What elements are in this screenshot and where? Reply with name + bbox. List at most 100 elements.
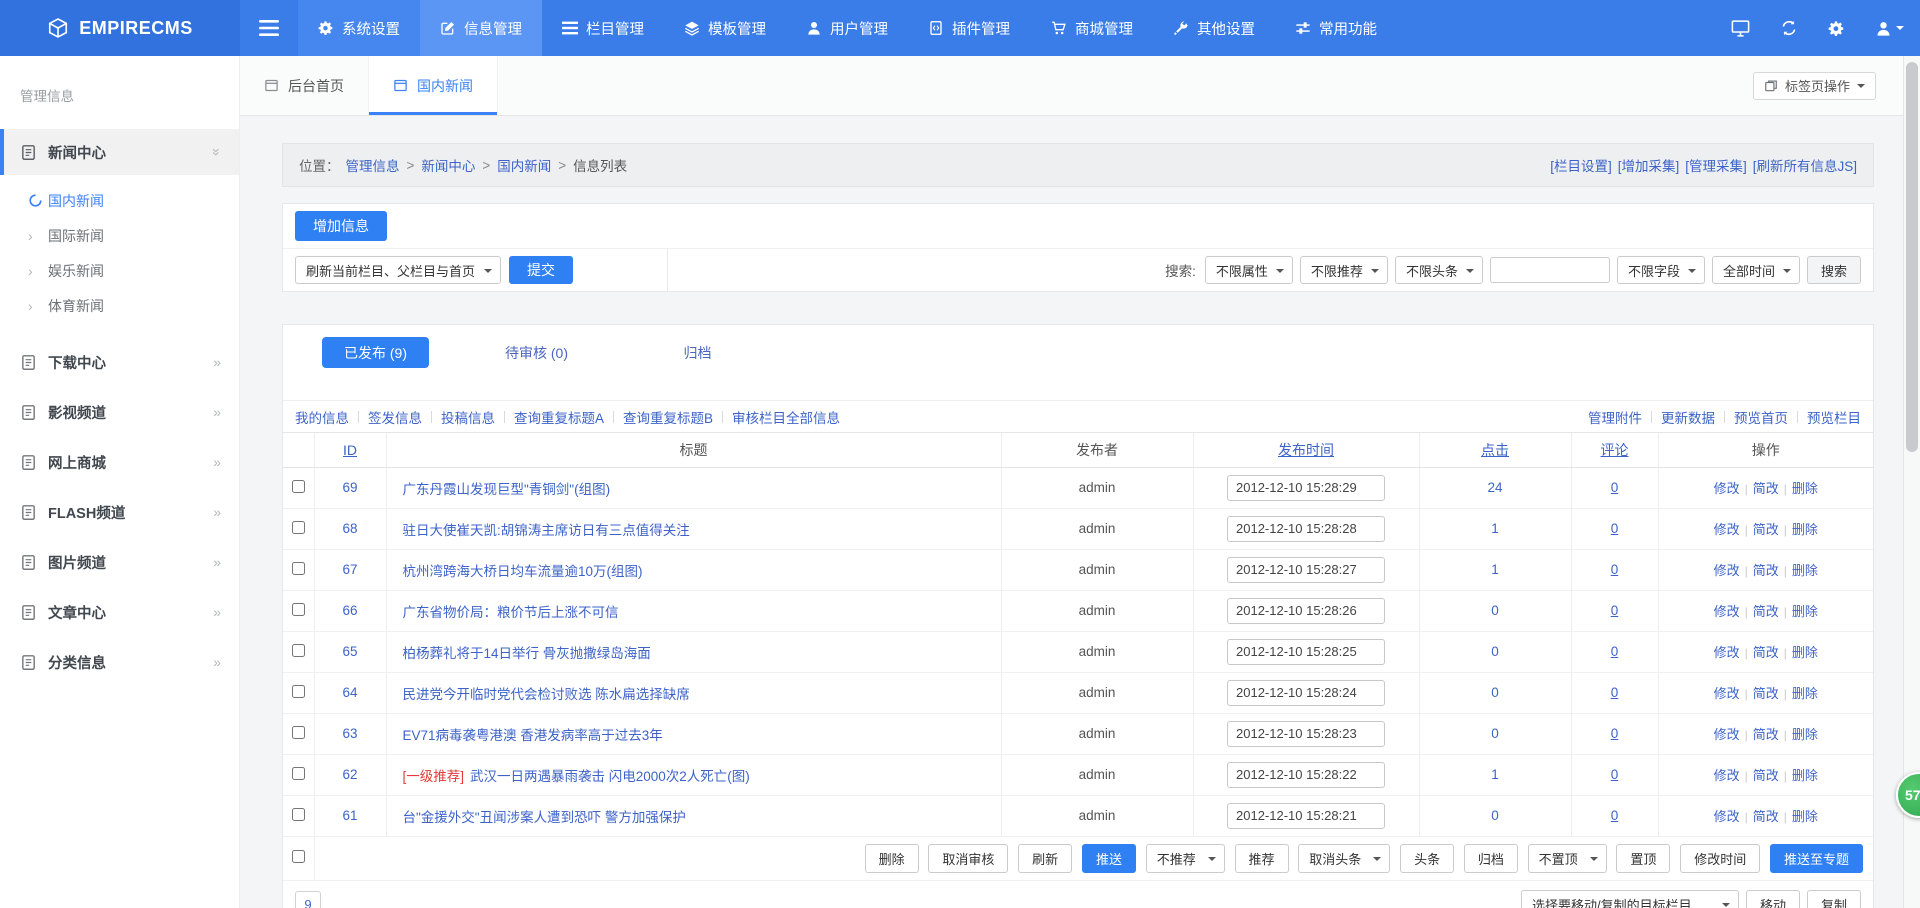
nav-item-info-management[interactable]: 信息管理 — [420, 0, 542, 56]
manage-attachments-link[interactable]: 管理附件 — [1588, 407, 1642, 427]
edit-link[interactable]: 修改 — [1714, 768, 1740, 783]
delete-link[interactable]: 删除 — [1792, 768, 1818, 783]
tab-pending-review[interactable]: 待审核 (0) — [456, 337, 617, 368]
column-header-id[interactable]: ID — [343, 442, 357, 458]
scrollbar-thumb[interactable] — [1906, 62, 1918, 452]
row-checkbox[interactable] — [292, 767, 305, 780]
tab-archived[interactable]: 归档 — [617, 337, 778, 368]
my-info-link[interactable]: 我的信息 — [295, 407, 349, 427]
sign-info-link[interactable]: 签发信息 — [368, 407, 422, 427]
filter-time-select[interactable]: 全部时间 — [1712, 256, 1800, 284]
tab-backend-home[interactable]: 后台首页 — [240, 56, 369, 115]
sidebar-item-sports-news[interactable]: › 体育新闻 — [0, 288, 239, 323]
row-clicks-link[interactable]: 0 — [1491, 685, 1499, 700]
row-comments-link[interactable]: 0 — [1611, 685, 1619, 700]
target-column-select[interactable]: 选择要移动/复制的目标栏目 — [1521, 890, 1739, 908]
row-comments-link[interactable]: 0 — [1611, 767, 1619, 782]
row-id-link[interactable]: 63 — [342, 726, 357, 741]
monitor-icon[interactable] — [1731, 20, 1750, 37]
publish-time-input[interactable] — [1227, 762, 1385, 788]
edit-link[interactable]: 修改 — [1714, 522, 1740, 537]
edit-link[interactable]: 修改 — [1714, 809, 1740, 824]
row-checkbox[interactable] — [292, 603, 305, 616]
delete-link[interactable]: 删除 — [1792, 481, 1818, 496]
publish-time-input[interactable] — [1227, 803, 1385, 829]
publish-time-input[interactable] — [1227, 639, 1385, 665]
add-info-button[interactable]: 增加信息 — [295, 211, 387, 241]
row-title-link[interactable]: 驻日大使崔天凯:胡锦涛主席访日有三点值得关注 — [403, 523, 690, 538]
row-title-link[interactable]: 杭州湾跨海大桥日均车流量逾10万(组图) — [403, 564, 643, 579]
publish-time-input[interactable] — [1227, 516, 1385, 542]
move-button[interactable]: 移动 — [1746, 890, 1800, 908]
row-id-link[interactable]: 62 — [342, 767, 357, 782]
row-comments-link[interactable]: 0 — [1611, 480, 1619, 495]
recommend-button[interactable]: 推荐 — [1235, 844, 1289, 873]
row-clicks-link[interactable]: 0 — [1491, 603, 1499, 618]
breadcrumb-link[interactable]: 管理信息 — [346, 155, 400, 175]
review-all-link[interactable]: 审核栏目全部信息 — [732, 407, 840, 427]
no-recommend-select[interactable]: 不推荐 — [1146, 844, 1225, 873]
nav-item-user-management[interactable]: 用户管理 — [786, 0, 908, 56]
add-collection-link[interactable]: [增加采集] — [1618, 155, 1680, 175]
contribute-info-link[interactable]: 投稿信息 — [441, 407, 495, 427]
filter-recommend-select[interactable]: 不限推荐 — [1300, 256, 1388, 284]
row-comments-link[interactable]: 0 — [1611, 603, 1619, 618]
refresh-icon[interactable] — [1780, 19, 1798, 37]
row-comments-link[interactable]: 0 — [1611, 726, 1619, 741]
edit-link[interactable]: 修改 — [1714, 481, 1740, 496]
breadcrumb-link[interactable]: 新闻中心 — [421, 155, 475, 175]
sidebar-item-article-center[interactable]: 文章中心 » — [0, 589, 239, 635]
edit-link[interactable]: 修改 — [1714, 686, 1740, 701]
sidebar-item-download-center[interactable]: 下载中心 » — [0, 339, 239, 385]
sidebar-item-classified-info[interactable]: 分类信息 » — [0, 639, 239, 685]
tab-domestic-news[interactable]: 国内新闻 — [369, 56, 498, 115]
archive-button[interactable]: 归档 — [1464, 844, 1518, 873]
column-header-comments[interactable]: 评论 — [1601, 442, 1629, 458]
manage-collection-link[interactable]: [管理采集] — [1685, 155, 1747, 175]
row-id-link[interactable]: 65 — [342, 644, 357, 659]
filter-attribute-select[interactable]: 不限属性 — [1205, 256, 1293, 284]
column-header-clicks[interactable]: 点击 — [1481, 442, 1509, 458]
row-checkbox[interactable] — [292, 726, 305, 739]
row-id-link[interactable]: 64 — [342, 685, 357, 700]
push-to-topic-button[interactable]: 推送至专题 — [1770, 844, 1863, 873]
account-menu[interactable] — [1875, 20, 1904, 37]
row-comments-link[interactable]: 0 — [1611, 644, 1619, 659]
quick-edit-link[interactable]: 简改 — [1753, 563, 1779, 578]
nav-item-other-settings[interactable]: 其他设置 — [1153, 0, 1275, 56]
sidebar-item-international-news[interactable]: › 国际新闻 — [0, 218, 239, 253]
delete-link[interactable]: 删除 — [1792, 809, 1818, 824]
column-settings-link[interactable]: [栏目设置] — [1550, 155, 1612, 175]
edit-link[interactable]: 修改 — [1714, 645, 1740, 660]
row-clicks-link[interactable]: 0 — [1491, 808, 1499, 823]
row-id-link[interactable]: 61 — [342, 808, 357, 823]
publish-time-input[interactable] — [1227, 598, 1385, 624]
tab-published[interactable]: 已发布 (9) — [295, 337, 456, 368]
nav-item-common-functions[interactable]: 常用功能 — [1275, 0, 1397, 56]
row-id-link[interactable]: 66 — [342, 603, 357, 618]
nav-item-plugin-management[interactable]: 插件管理 — [908, 0, 1030, 56]
update-data-link[interactable]: 更新数据 — [1661, 407, 1715, 427]
quick-edit-link[interactable]: 简改 — [1753, 768, 1779, 783]
row-checkbox[interactable] — [292, 562, 305, 575]
row-title-link[interactable]: 武汉一日两遇暴雨袭击 闪电2000次2人死亡(图) — [470, 769, 750, 784]
search-button[interactable]: 搜索 — [1807, 256, 1861, 284]
row-checkbox[interactable] — [292, 480, 305, 493]
sidebar-item-domestic-news[interactable]: 国内新闻 — [0, 183, 239, 218]
nav-item-mall-management[interactable]: 商城管理 — [1030, 0, 1153, 56]
row-checkbox[interactable] — [292, 808, 305, 821]
edit-link[interactable]: 修改 — [1714, 563, 1740, 578]
change-time-button[interactable]: 修改时间 — [1680, 844, 1760, 873]
row-title-link[interactable]: 柏杨葬礼将于14日举行 骨灰抛撒绿岛海面 — [403, 646, 651, 661]
preview-column-link[interactable]: 预览栏目 — [1807, 407, 1861, 427]
edit-link[interactable]: 修改 — [1714, 604, 1740, 619]
nav-item-template-management[interactable]: 模板管理 — [664, 0, 786, 56]
top-button[interactable]: 置顶 — [1616, 844, 1670, 873]
delete-link[interactable]: 删除 — [1792, 727, 1818, 742]
row-title-link[interactable]: 广东丹霞山发现巨型"青铜剑"(组图) — [403, 482, 611, 497]
headline-button[interactable]: 头条 — [1400, 844, 1454, 873]
edit-link[interactable]: 修改 — [1714, 727, 1740, 742]
refresh-scope-select[interactable]: 刷新当前栏目、父栏目与首页 — [295, 256, 501, 284]
row-clicks-link[interactable]: 1 — [1491, 521, 1499, 536]
filter-headline-select[interactable]: 不限头条 — [1395, 256, 1483, 284]
